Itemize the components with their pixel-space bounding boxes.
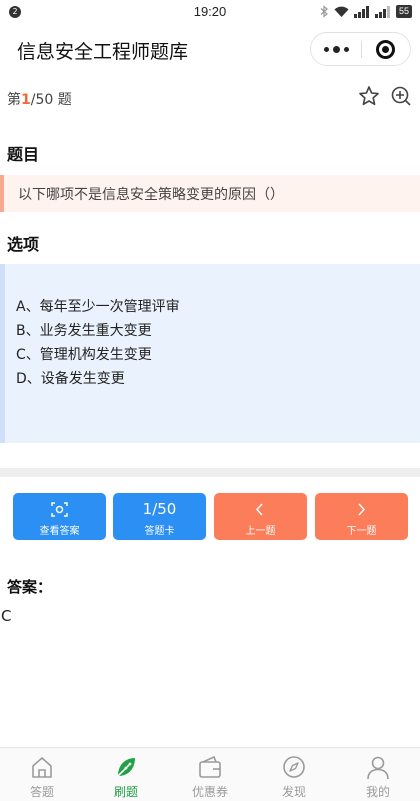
user-icon — [367, 756, 389, 780]
tab-mine[interactable]: 我的 — [336, 748, 420, 801]
option-a[interactable]: A、每年至少一次管理评审 — [16, 296, 180, 316]
wifi-icon — [334, 6, 349, 17]
counter-total: /50 题 — [30, 92, 72, 108]
more-dot-icon — [332, 45, 340, 53]
compass-icon — [283, 756, 305, 778]
next-question-button[interactable]: 下一题 — [315, 493, 408, 540]
question-box: 以下哪项不是信息安全策略变更的原因（） — [0, 175, 420, 212]
answer-title: 答案： — [7, 578, 53, 596]
capsule-divider — [361, 41, 362, 58]
leaf-icon — [117, 758, 135, 777]
home-icon — [32, 757, 52, 778]
mini-program-capsule — [310, 32, 411, 66]
status-bar: 2 19:20 55 — [0, 0, 420, 24]
page-title: 信息安全工程师题库 — [17, 41, 189, 63]
signal-icon-2 — [374, 5, 390, 18]
section-divider — [0, 468, 420, 477]
close-mini-program-icon[interactable] — [376, 40, 395, 59]
view-answer-button[interactable]: 查看答案 — [13, 493, 106, 540]
answer-card-button[interactable]: 1/50 答题卡 — [113, 493, 206, 540]
signal-icon — [353, 5, 369, 18]
view-answer-label: 查看答案 — [39, 526, 80, 537]
scan-eye-icon — [51, 502, 68, 517]
question-section-title: 题目 — [7, 145, 40, 164]
prev-question-label: 上一题 — [245, 526, 276, 537]
option-b[interactable]: B、业务发生重大变更 — [16, 320, 152, 340]
zoom-in-icon[interactable] — [390, 85, 412, 107]
tab-label: 刷题 — [113, 785, 138, 799]
counter-actions — [358, 85, 412, 107]
more-menu-button[interactable] — [311, 33, 361, 65]
question-counter: 第1/50 题 — [7, 89, 72, 109]
counter-prefix: 第 — [7, 92, 21, 108]
chevron-right-icon — [358, 503, 366, 516]
option-d[interactable]: D、设备发生变更 — [16, 368, 125, 388]
answer-value: C — [1, 607, 12, 625]
prev-question-button[interactable]: 上一题 — [214, 493, 307, 540]
next-question-label: 下一题 — [346, 526, 377, 537]
tab-practice[interactable]: 刷题 — [84, 748, 168, 801]
tab-coupons[interactable]: 优惠券 — [168, 748, 252, 801]
options-section-title: 选项 — [7, 235, 40, 254]
option-c[interactable]: C、管理机构发生变更 — [16, 344, 152, 364]
counter-current: 1 — [21, 92, 31, 108]
status-right: 55 — [320, 5, 412, 18]
tab-bar: 答题 刷题 优惠券 发现 我的 — [0, 747, 420, 801]
answer-card-count: 1/50 — [142, 500, 177, 518]
answer-card-label: 答题卡 — [144, 526, 175, 537]
battery-indicator: 55 — [395, 5, 412, 18]
tab-answer[interactable]: 答题 — [0, 748, 84, 801]
question-text: 以下哪项不是信息安全策略变更的原因（） — [18, 187, 284, 203]
favorite-star-icon[interactable] — [358, 85, 380, 107]
tab-label: 发现 — [281, 785, 306, 799]
tab-label: 我的 — [365, 785, 390, 799]
tab-discover[interactable]: 发现 — [252, 748, 336, 801]
tab-label: 答题 — [29, 785, 54, 799]
more-dot-icon — [323, 46, 329, 52]
more-dot-icon — [343, 46, 349, 52]
nav-bar: 信息安全工程师题库 — [0, 24, 420, 74]
tab-label: 优惠券 — [191, 785, 228, 799]
wallet-icon — [199, 755, 221, 778]
bluetooth-icon — [320, 5, 328, 18]
chevron-left-icon — [255, 503, 263, 516]
options-box: A、每年至少一次管理评审 B、业务发生重大变更 C、管理机构发生变更 D、设备发… — [0, 264, 420, 443]
